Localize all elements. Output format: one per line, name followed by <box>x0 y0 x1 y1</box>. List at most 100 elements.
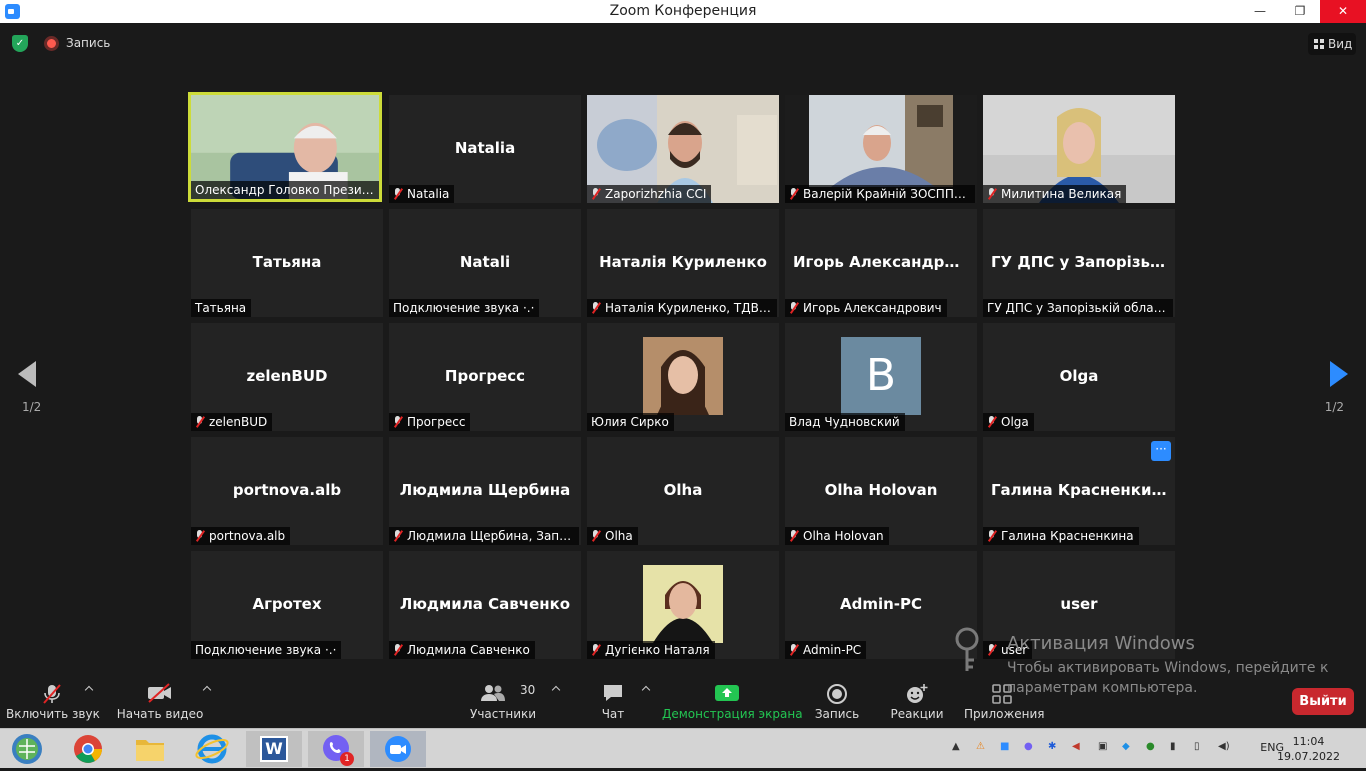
participant-tile[interactable]: Admin-PC Admin-PC <box>785 551 977 659</box>
participant-display-name: Olha Holovan <box>824 481 938 499</box>
tray-network-icon[interactable]: ◆ <box>1122 741 1130 752</box>
start-button[interactable] <box>0 731 56 767</box>
participant-tile[interactable]: Татьяна Татьяна <box>191 209 383 317</box>
participant-tile[interactable]: Людмила Щербина Людмила Щербина, Запо... <box>389 437 581 545</box>
participants-options-caret-icon[interactable] <box>551 685 561 695</box>
viber-icon <box>323 735 349 761</box>
participant-tile[interactable]: Olga Olga <box>983 323 1175 431</box>
minimize-button[interactable]: — <box>1240 0 1280 23</box>
participants-button[interactable]: 30 Участники <box>470 673 536 728</box>
tray-signal-icon[interactable]: ▮ <box>1170 741 1176 752</box>
participant-tile[interactable]: Юлия Сирко <box>587 323 779 431</box>
participant-name-label: Admin-PC <box>785 641 867 659</box>
taskbar-explorer[interactable] <box>122 731 178 767</box>
muted-mic-icon <box>789 644 798 656</box>
tray-viber-icon[interactable]: ● <box>1024 741 1033 752</box>
record-button[interactable]: Запись <box>808 673 866 728</box>
reactions-button[interactable]: Реакции <box>886 673 948 728</box>
windows-taskbar: W 1 ▲ ⚠ ■ ● ✱ ◀ ▣ ◆ ● ▮ ▯ ◀) ENG 11:04 1… <box>0 728 1366 768</box>
participant-tile[interactable]: Людмила Савченко Людмила Савченко <box>389 551 581 659</box>
participant-tile[interactable]: Игорь Александрович Игорь Александрович <box>785 209 977 317</box>
muted-mic-icon <box>591 302 600 314</box>
tray-security-icon[interactable]: ● <box>1146 741 1155 752</box>
tray-bluetooth-icon[interactable]: ✱ <box>1048 741 1056 752</box>
record-label: Запись <box>814 707 860 721</box>
tray-warning-icon[interactable]: ⚠ <box>976 741 985 752</box>
participant-tile[interactable]: B Влад Чудновский <box>785 323 977 431</box>
participant-tile[interactable]: Olha Olha <box>587 437 779 545</box>
participant-tile[interactable]: Валерій Крайній ЗОСППР ... <box>785 95 977 203</box>
taskbar-viber[interactable]: 1 <box>308 731 364 767</box>
chat-button[interactable]: Чат <box>590 673 636 728</box>
participant-name-text: Admin-PC <box>803 643 862 657</box>
participant-tile[interactable]: Natali Подключение звука ·.· <box>389 209 581 317</box>
chat-options-caret-icon[interactable] <box>641 685 651 695</box>
participant-name-text: ГУ ДПС у Запорізькій області <box>987 301 1171 315</box>
participant-display-name: Агротех <box>252 595 322 613</box>
taskbar-chrome[interactable] <box>60 731 116 767</box>
participant-name-label: ГУ ДПС у Запорізькій області <box>983 299 1173 317</box>
taskbar-word[interactable]: W <box>246 731 302 767</box>
muted-mic-icon <box>591 644 600 656</box>
tray-zoom-icon[interactable]: ■ <box>1000 741 1009 752</box>
participant-tile[interactable]: Natalia Natalia <box>389 95 581 203</box>
participant-tile[interactable]: Zaporizhzhia CCI <box>587 95 779 203</box>
previous-page-arrow-icon[interactable] <box>18 361 36 387</box>
page-indicator-right: 1/2 <box>1324 400 1344 414</box>
share-screen-icon <box>715 685 739 701</box>
next-page-arrow-icon[interactable] <box>1330 361 1348 387</box>
tray-speaker-icon[interactable]: ◀ <box>1072 741 1080 752</box>
record-icon <box>827 684 847 704</box>
participant-name-label: Подключение звука ·.· <box>389 299 540 317</box>
video-options-caret-icon[interactable] <box>202 685 212 695</box>
recording-indicator-icon[interactable] <box>44 36 59 51</box>
participant-name-text: Наталія Куриленко, ТДВ "... <box>605 301 777 315</box>
security-shield-icon[interactable]: ✓ <box>12 35 28 52</box>
folder-icon <box>136 740 164 761</box>
participant-more-options-button[interactable]: ··· <box>1151 441 1171 461</box>
participant-tile[interactable]: Прогресс Прогресс <box>389 323 581 431</box>
view-button[interactable]: Вид <box>1308 33 1356 55</box>
recording-label[interactable]: Запись <box>66 36 110 50</box>
participant-tile[interactable]: zelenBUD zelenBUD <box>191 323 383 431</box>
system-clock[interactable]: 11:04 19.07.2022 <box>1277 734 1340 764</box>
participant-tile[interactable]: ГУ ДПС у Запорізькій ГУ ДПС у Запорізькій… <box>983 209 1175 317</box>
unmute-label: Включить звук <box>6 707 100 721</box>
participant-name-label: Валерій Крайній ЗОСППР ... <box>785 185 975 203</box>
participant-tile[interactable]: portnova.alb portnova.alb <box>191 437 383 545</box>
tray-battery-icon[interactable]: ▯ <box>1194 741 1200 752</box>
participant-tile[interactable]: Галина Красненкина Галина Красненкина ··· <box>983 437 1175 545</box>
window-title: Zoom Конференция <box>609 3 757 19</box>
participant-name-label: Людмила Савченко <box>389 641 535 659</box>
participant-tile[interactable]: Дугієнко Наталя <box>587 551 779 659</box>
participant-name-label: Наталія Куриленко, ТДВ "... <box>587 299 777 317</box>
participant-name-text: Дугієнко Наталя <box>605 643 710 657</box>
activation-text-2: параметрам компьютера. <box>1007 680 1198 696</box>
participant-display-name: portnova.alb <box>232 481 342 499</box>
taskbar-zoom[interactable] <box>370 731 426 767</box>
participant-name-label: Olha Holovan <box>785 527 889 545</box>
participant-tile[interactable]: Милитина Великая <box>983 95 1175 203</box>
participant-name-text: Подключение звука ·.· <box>393 301 535 315</box>
close-button[interactable]: ✕ <box>1320 0 1366 23</box>
participant-name-text: Olha Holovan <box>803 529 884 543</box>
participant-tile[interactable]: Агротех Подключение звука ·.· <box>191 551 383 659</box>
tray-monitor-icon[interactable]: ▣ <box>1098 741 1107 752</box>
restore-button[interactable]: ❐ <box>1280 0 1320 23</box>
taskbar-internet-explorer[interactable] <box>184 731 240 767</box>
muted-mic-icon <box>591 530 600 542</box>
start-video-button[interactable]: Начать видео <box>116 673 204 728</box>
participant-name-label: Дугієнко Наталя <box>587 641 715 659</box>
participant-tile[interactable]: Олександр Головко Президент ТПП <box>188 92 382 202</box>
unmute-button[interactable]: Включить звук <box>6 673 100 728</box>
chat-label: Чат <box>601 707 625 721</box>
muted-mic-icon <box>987 530 996 542</box>
share-screen-button[interactable]: Демонстрация экрана <box>662 673 803 728</box>
gallery-grid: Олександр Головко Президент ТППNataliaNa… <box>188 92 1177 659</box>
tray-drive-icon[interactable]: ▲ <box>952 741 960 752</box>
participant-tile[interactable]: Наталія Куриленко Наталія Куриленко, ТДВ … <box>587 209 779 317</box>
participant-display-name: Admin-PC <box>839 595 923 613</box>
tray-volume-icon[interactable]: ◀) <box>1218 741 1230 752</box>
participant-name-label: portnova.alb <box>191 527 291 545</box>
participant-tile[interactable]: Olha Holovan Olha Holovan <box>785 437 977 545</box>
